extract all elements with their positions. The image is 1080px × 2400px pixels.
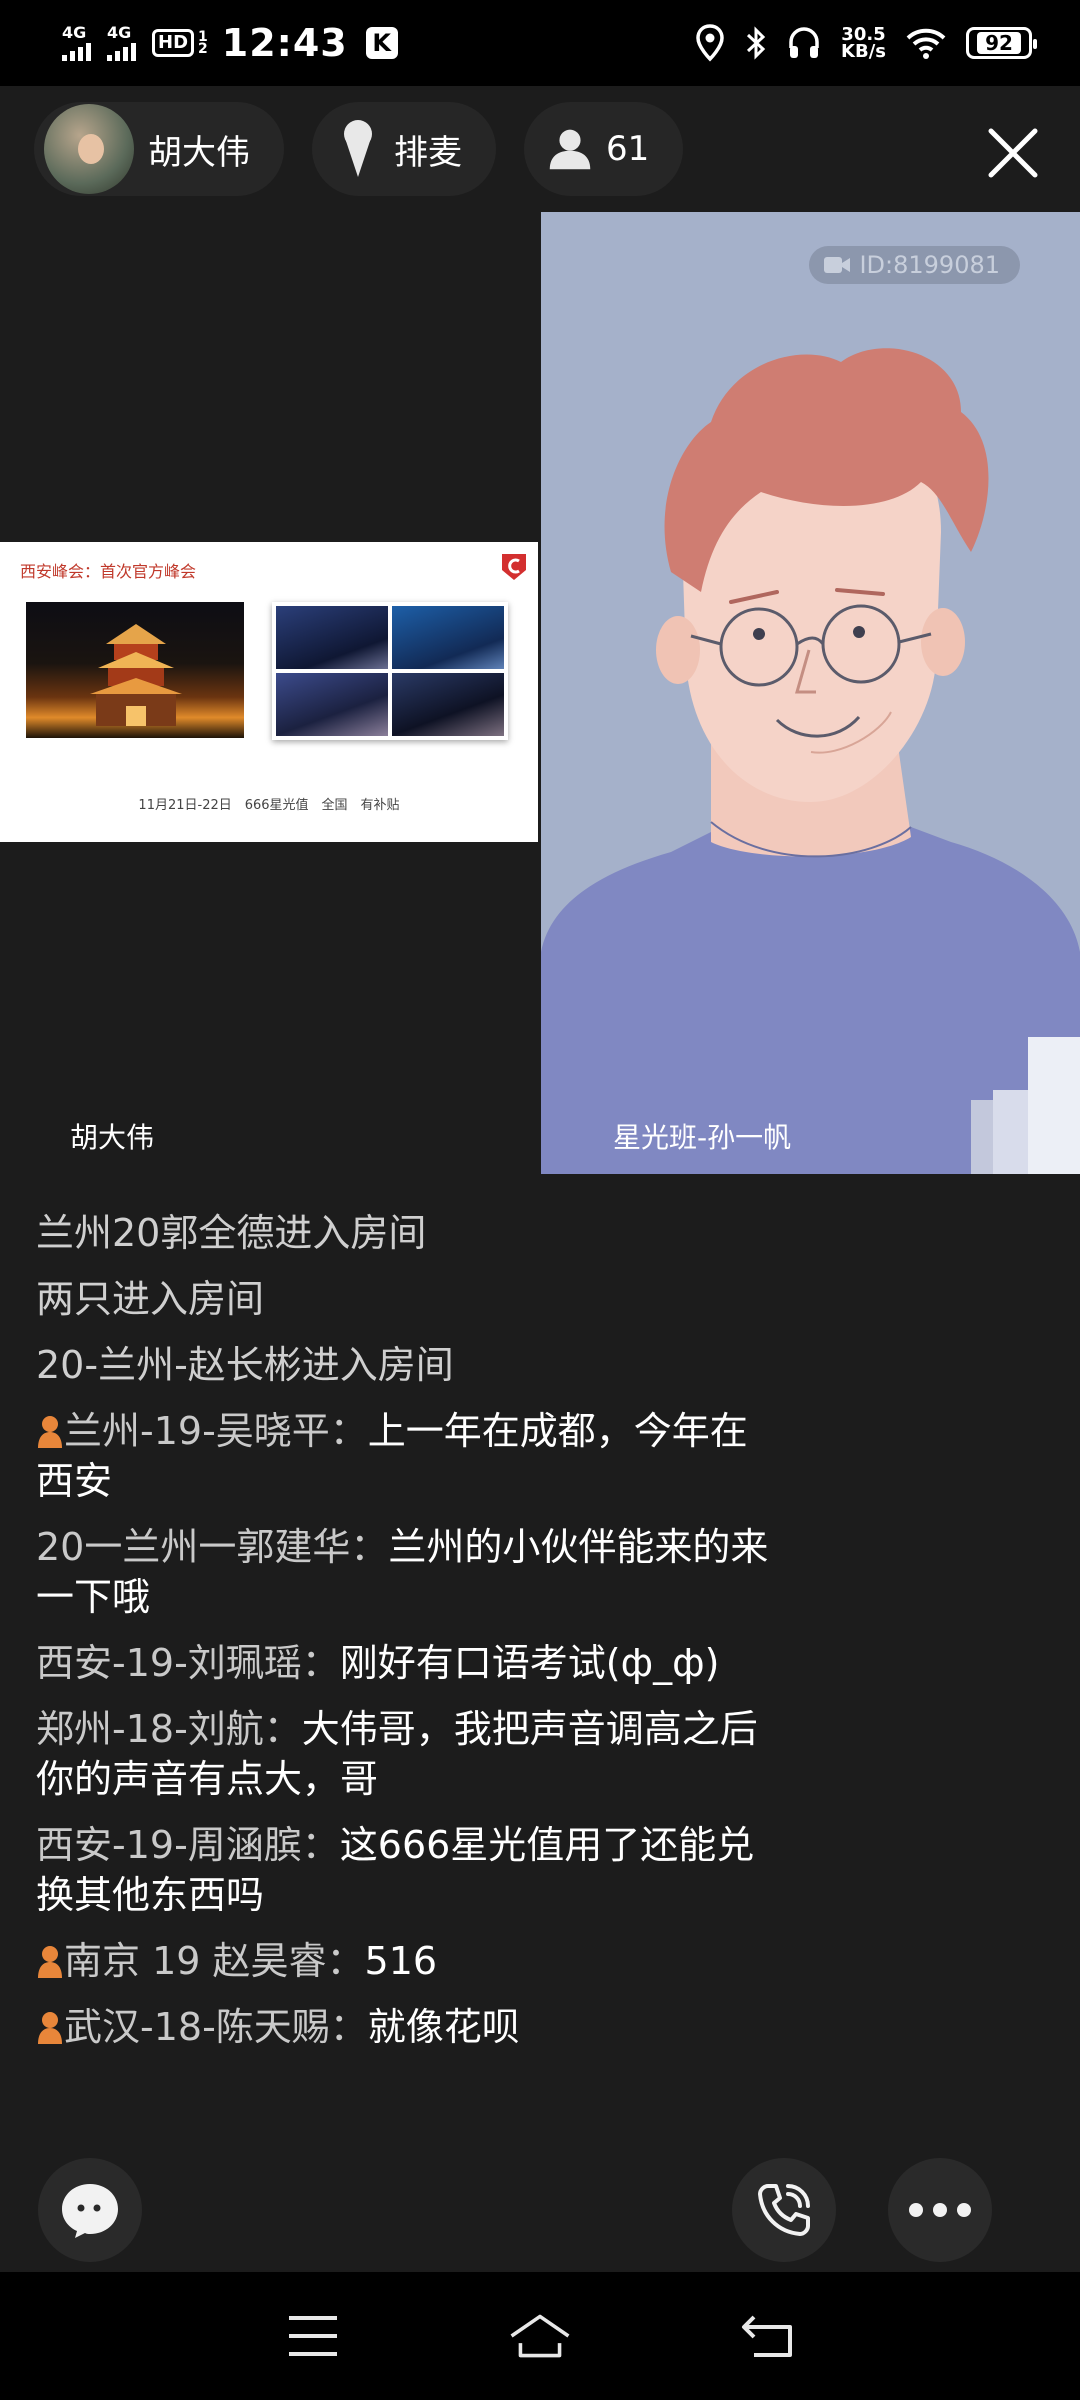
system-nav-bar bbox=[0, 2272, 1080, 2400]
chat-message: 郑州-18-刘航：大伟哥，我把声音调高之后你的声音有点大，哥 bbox=[36, 1704, 776, 1804]
queue-mic-button[interactable]: 排麦 bbox=[312, 102, 496, 196]
brand-logo-icon bbox=[502, 554, 526, 580]
slide-title: 西安峰会：首次官方峰会 bbox=[20, 562, 197, 581]
close-icon[interactable] bbox=[986, 126, 1040, 180]
home-button[interactable] bbox=[508, 2304, 572, 2368]
status-right: 30.5 KB/s 92 bbox=[695, 24, 1037, 62]
host-avatar[interactable] bbox=[44, 104, 134, 194]
chat-message: 兰州-19-吴晓平：上一年在成都，今年在西安 bbox=[36, 1406, 776, 1506]
chat-username: 南京 19 赵昊睿： bbox=[64, 1939, 365, 1983]
slide-caption: 11月21日-22日 666星光值 全国 有补贴 bbox=[138, 798, 400, 813]
home-icon bbox=[510, 2314, 570, 2358]
bell-tower-photo bbox=[26, 602, 244, 738]
signal-bars-icon bbox=[107, 41, 136, 61]
video-id-badge: ID:8199081 bbox=[809, 246, 1020, 284]
chat-join-message: 20-兰州-赵长彬进入房间 bbox=[36, 1343, 454, 1387]
status-bar: 4G 4G HD 1 2 12:43 K 30.5 KB/s 92 bbox=[0, 0, 1080, 86]
chat-join-message: 两只进入房间 bbox=[36, 1277, 265, 1321]
chat-bubble-icon bbox=[62, 2184, 118, 2238]
menu-icon bbox=[289, 2316, 338, 2356]
more-dots-icon bbox=[909, 2203, 971, 2217]
more-options-button[interactable] bbox=[888, 2158, 992, 2262]
back-icon bbox=[741, 2315, 792, 2357]
video-id: ID:8199081 bbox=[859, 251, 1000, 279]
summit-photo bbox=[392, 606, 504, 669]
summit-photo-grid bbox=[272, 602, 508, 740]
network-type-2: 4G bbox=[107, 23, 132, 42]
host-name: 胡大伟 bbox=[148, 132, 250, 173]
speed-unit: KB/s bbox=[841, 41, 886, 62]
default-avatar-illustration bbox=[541, 212, 1080, 1174]
chat-username: 西安-19-刘珮瑶： bbox=[36, 1641, 340, 1685]
headphones-icon bbox=[789, 27, 819, 58]
battery-level: 92 bbox=[977, 32, 1021, 54]
viewer-count: 61 bbox=[606, 129, 650, 169]
k-app-icon: K bbox=[365, 27, 398, 59]
chat-message: 南京 19 赵昊睿：516 bbox=[36, 1936, 776, 1986]
user-badge-icon bbox=[38, 2012, 62, 2044]
queue-mic-label: 排麦 bbox=[394, 132, 462, 173]
summit-photo bbox=[276, 673, 388, 736]
chat-username: 兰州-19-吴晓平： bbox=[64, 1409, 368, 1453]
clock: 12:43 bbox=[221, 21, 348, 65]
signal-1: 4G bbox=[62, 25, 91, 61]
signal-bars-icon bbox=[62, 41, 91, 61]
chat-message: 20一兰州一郭建华：兰州的小伙伴能来的来一下哦 bbox=[36, 1522, 776, 1622]
microphone-icon bbox=[336, 119, 380, 179]
chat-message-list[interactable]: 兰州20郭全德进入房间 两只进入房间 20-兰州-赵长彬进入房间 兰州-19-吴… bbox=[36, 1208, 776, 2068]
hd-voice-icon: HD bbox=[152, 29, 195, 57]
viewer-count-button[interactable]: 61 bbox=[524, 102, 684, 196]
chat-username: 郑州-18-刘航： bbox=[36, 1707, 302, 1751]
chat-join-message: 兰州20郭全德进入房间 bbox=[36, 1211, 427, 1255]
presentation-slide: 西安峰会：首次官方峰会 11月21日-22日 666星光值 全国 有补贴 bbox=[0, 542, 538, 842]
host-video-pane[interactable]: 西安峰会：首次官方峰会 11月21日-22日 666星光值 全国 有补贴 胡大伟 bbox=[0, 212, 541, 1174]
chat-username: 西安-19-周涵膑： bbox=[36, 1823, 340, 1867]
location-icon bbox=[696, 24, 724, 62]
guest-video-name: 星光班-孙一帆 bbox=[613, 1121, 792, 1154]
chat-username: 武汉-18-陈天赐： bbox=[64, 2005, 368, 2049]
status-left: 4G 4G HD 1 2 12:43 K bbox=[62, 21, 398, 65]
chat-input-button[interactable] bbox=[38, 2158, 142, 2262]
chat-text: 就像花呗 bbox=[367, 2005, 520, 2049]
room-header: 胡大伟 排麦 61 bbox=[0, 86, 1080, 212]
bluetooth-icon bbox=[747, 26, 766, 60]
hd-sub: 1 2 bbox=[198, 30, 208, 57]
recents-button[interactable] bbox=[281, 2304, 345, 2368]
chat-text: 516 bbox=[364, 1939, 438, 1983]
video-camera-icon bbox=[824, 257, 851, 273]
battery-icon: 92 bbox=[966, 27, 1037, 59]
chat-text: 刚好有口语考试(ф_ф) bbox=[339, 1641, 720, 1685]
wifi-icon bbox=[906, 28, 946, 59]
chat-message: 西安-19-周涵膑：这666星光值用了还能兑换其他东西吗 bbox=[36, 1820, 776, 1920]
user-badge-icon bbox=[38, 1946, 62, 1978]
phone-icon bbox=[758, 2184, 810, 2236]
host-pill[interactable]: 胡大伟 bbox=[34, 102, 284, 196]
chat-message: 武汉-18-陈天赐：就像花呗 bbox=[36, 2002, 776, 2052]
person-icon bbox=[548, 119, 592, 179]
host-video-name: 胡大伟 bbox=[70, 1121, 155, 1154]
back-button[interactable] bbox=[735, 2304, 799, 2368]
chat-message: 西安-19-刘珮瑶：刚好有口语考试(ф_ф) bbox=[36, 1638, 776, 1688]
network-speed: 30.5 KB/s bbox=[841, 26, 886, 62]
hd-sub-2: 2 bbox=[198, 41, 208, 57]
summit-photo bbox=[392, 673, 504, 736]
signal-2: 4G bbox=[107, 25, 136, 61]
user-badge-icon bbox=[38, 1416, 62, 1448]
summit-photo bbox=[276, 606, 388, 669]
guest-video-pane[interactable]: ID:8199081 星光班-孙一帆 bbox=[541, 212, 1080, 1174]
call-button[interactable] bbox=[732, 2158, 836, 2262]
network-type-1: 4G bbox=[62, 23, 87, 42]
chat-username: 20一兰州一郭建华： bbox=[36, 1525, 389, 1569]
